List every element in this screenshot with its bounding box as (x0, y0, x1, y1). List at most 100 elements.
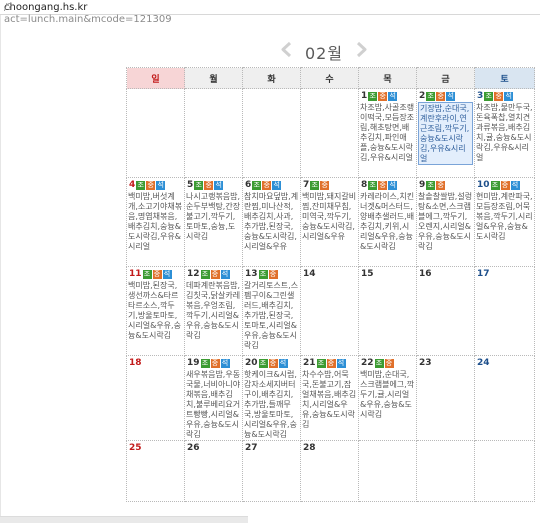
breakfast-badge[interactable]: 조 (374, 359, 384, 368)
day-cell[interactable]: 8 조 중 석 카레라이스,치킨너겟&머스터드,양배추샐러드,배추김치,키위,시리얼&우… (358, 177, 417, 267)
lunch-badge[interactable]: 중 (436, 92, 446, 101)
day-cell[interactable]: 10 조 중 석 현미밥,계란파국,모듬장조림,어묵볶음,깍두기,시리얼&우유,숭늉&도… (474, 177, 535, 267)
day-header: 10 조 중 석 (477, 180, 534, 191)
dinner-badge[interactable]: 석 (504, 92, 514, 101)
day-cell[interactable]: 19 조 중 석 새우볶음밥,우동국물,너비아니야채볶음,배추김치,불루베리요거트빵빵,… (184, 355, 243, 441)
breakfast-badge[interactable]: 조 (426, 92, 436, 101)
address-bar[interactable]: choongang.hs.kr/?act=lunch.main&mcode=12… (0, 0, 540, 25)
horizontal-scrollbar[interactable] (0, 516, 248, 523)
dinner-badge[interactable]: 석 (220, 359, 230, 368)
menu-text: 갈거리토스트,스펨구이&그린샐러드,배추김치,추가밥,된장국,토마토,시리얼&우… (244, 281, 299, 350)
lunch-badge[interactable]: 중 (320, 181, 330, 190)
day-cell[interactable]: 28 (300, 440, 359, 502)
lunch-badge[interactable]: 중 (204, 181, 214, 190)
lunch-badge[interactable]: 중 (326, 359, 336, 368)
lunch-badge[interactable]: 중 (146, 181, 156, 190)
breakfast-badge[interactable]: 조 (194, 181, 204, 190)
day-number: 22 (361, 358, 374, 368)
day-number: 3 (477, 91, 484, 101)
breakfast-badge[interactable]: 조 (258, 359, 268, 368)
day-cell[interactable]: 1 조 중 석 차조밥,사골조랭이떡국,모듬장조림,해초탕면,배추김치,파인애플,숭늉&… (358, 88, 417, 178)
menu-text: 핫케이크&시럽,감자소세지버터구이,배추김치,추가밥,들깨무국,방울토마토,시리… (244, 370, 297, 439)
lunch-badge[interactable]: 중 (436, 181, 446, 190)
day-cell[interactable]: 5 조 중 석 나시고랭볶음밥,순두부백탕,간장불고기,깍두기,토마토,숭늉,도시락김 (184, 177, 243, 267)
day-header: 22 조 중 (361, 358, 416, 369)
day-header: 4조중석 (129, 180, 184, 191)
day-header: 24 (477, 358, 534, 369)
day-cell[interactable]: 4 조 중 석 백미밥,버섯계개,소고기야채볶음,명엽채볶음,배추김치,숭늉&도시락김,… (126, 177, 185, 267)
dinner-badge[interactable]: 석 (388, 181, 398, 190)
dinner-badge[interactable]: 석 (156, 181, 166, 190)
breakfast-badge[interactable]: 조 (316, 359, 326, 368)
dinner-badge[interactable]: 석 (162, 270, 172, 279)
day-cell[interactable]: 22 조 중 백미밥,순대국,스크램블에그,깍두기,귤,시리얼&우유,숭늉&도시락김 (358, 355, 417, 441)
lunch-badge[interactable]: 중 (268, 359, 278, 368)
lunch-badge[interactable]: 중 (494, 92, 504, 101)
day-cell[interactable]: 18 (126, 355, 185, 441)
breakfast-badge[interactable]: 조 (310, 181, 320, 190)
dinner-badge[interactable]: 석 (446, 92, 456, 101)
day-number: 26 (187, 443, 200, 453)
lunch-badge[interactable]: 중 (384, 359, 394, 368)
day-cell[interactable]: 2 조 중 석 기장밥,순대국,계란후라이,연근조림,깍두기,숭늉&도시락김,우유&시리… (416, 88, 475, 178)
day-cell[interactable]: 11 조 중 석 백미밥,된장국,생선까스&타르타르소스,깍두기,방울토마토,시리얼&우… (126, 266, 185, 356)
lunch-badge[interactable]: 중 (210, 270, 220, 279)
day-cell[interactable]: 20 조 중 석 핫케이크&시럽,감자소세지버터구이,배추김치,추가밥,들깨무국,방울토… (242, 355, 301, 441)
day-cell[interactable]: 25 (126, 440, 185, 502)
breakfast-badge[interactable]: 조 (368, 92, 378, 101)
lunch-badge[interactable]: 중 (210, 359, 220, 368)
breakfast-badge[interactable]: 조 (368, 181, 378, 190)
day-cell[interactable]: 3 조 중 석차조밥,물만두국,돈육폭찹,열치견과류볶음,배추김치,귤,숭늉&도시락김… (474, 88, 535, 178)
day-number: 13 (245, 269, 258, 279)
lunch-badge[interactable]: 중 (262, 181, 272, 190)
dinner-badge[interactable]: 석 (220, 270, 230, 279)
dinner-badge[interactable]: 석 (278, 359, 288, 368)
day-cell[interactable]: 16 (416, 266, 475, 356)
day-number: 14 (303, 269, 316, 279)
dinner-badge[interactable]: 석 (336, 359, 346, 368)
breakfast-badge[interactable]: 조 (252, 181, 262, 190)
breakfast-badge[interactable]: 조 (484, 92, 494, 101)
chevron-right-icon[interactable] (355, 41, 368, 58)
menu-text: 나시고랭볶음밥,순두부백탕,간장불고기,깍두기,토마토,숭늉,도시락김 (186, 192, 241, 241)
breakfast-badge[interactable]: 조 (258, 270, 268, 279)
day-cell[interactable]: 9 조 중 찰솥찰쌀밥,설렁탕&소면,스크램블에그,깍두기,오렌지,시리얼&우유,숭늉… (416, 177, 475, 267)
breakfast-badge[interactable]: 조 (200, 359, 210, 368)
menu-text: 차조밥,물만두국,돈육폭찹,열치견과류볶음,배추김치,귤,숭늉&도시락김,우유&… (476, 103, 533, 162)
day-cell[interactable]: 26 (184, 440, 243, 502)
dinner-badge[interactable]: 석 (272, 181, 282, 190)
day-number: 12 (187, 269, 200, 279)
dinner-badge[interactable]: 석 (510, 181, 520, 190)
lunch-badge[interactable]: 중 (378, 92, 388, 101)
day-cell (474, 440, 535, 502)
day-cell[interactable]: 24 (474, 355, 535, 441)
day-cell[interactable]: 14 (300, 266, 359, 356)
day-cell[interactable]: 21 조 중 석 차수수밥,어묵국,돈불고기,잡얼채볶음,배추김치,시리얼&우유,숭늉&… (300, 355, 359, 441)
chevron-left-icon[interactable] (280, 41, 293, 58)
day-cell[interactable]: 7 조 중 백미밥,돼지갈비찜,잔미채무침,미역국,깍두기,숭늉&도시락김,시리얼&우… (300, 177, 359, 267)
day-cell[interactable]: 6 조 중 석 참치마요덮밥,계란찜,미나산적,배추김치,사과,추가밥,된장국,숭늉&도… (242, 177, 301, 267)
breakfast-badge[interactable]: 조 (142, 270, 152, 279)
lunch-badge[interactable]: 중 (378, 181, 388, 190)
day-cell[interactable]: 27 (242, 440, 301, 502)
day-number: 28 (303, 443, 316, 453)
day-header: 6조중석 (245, 180, 300, 191)
day-cell[interactable]: 17 (474, 266, 535, 356)
day-cell[interactable]: 12 조 중 석 데파계란볶음밥,김칫국,닭살카레볶음,우엉조림,깍두기,시리얼&우유,… (184, 266, 243, 356)
dinner-badge[interactable]: 석 (214, 181, 224, 190)
lunch-badge[interactable]: 중 (500, 181, 510, 190)
lunch-badge[interactable]: 중 (268, 270, 278, 279)
day-header: 9조중 (419, 180, 474, 191)
day-cell[interactable]: 13 조 중갈거리토스트,스펨구이&그린샐러드,배추김치,추가밥,된장국,토마토,시… (242, 266, 301, 356)
lunch-badge[interactable]: 중 (152, 270, 162, 279)
breakfast-badge[interactable]: 조 (426, 181, 436, 190)
day-cell[interactable]: 23 (416, 355, 475, 441)
day-header: 20 조 중 석 (245, 358, 300, 369)
day-cell[interactable]: 15 (358, 266, 417, 356)
breakfast-badge[interactable]: 조 (136, 181, 146, 190)
dinner-badge[interactable]: 석 (388, 92, 398, 101)
weekday-thu: 목 (358, 67, 417, 89)
day-header: 17 (477, 269, 534, 280)
breakfast-badge[interactable]: 조 (200, 270, 210, 279)
breakfast-badge[interactable]: 조 (490, 181, 500, 190)
